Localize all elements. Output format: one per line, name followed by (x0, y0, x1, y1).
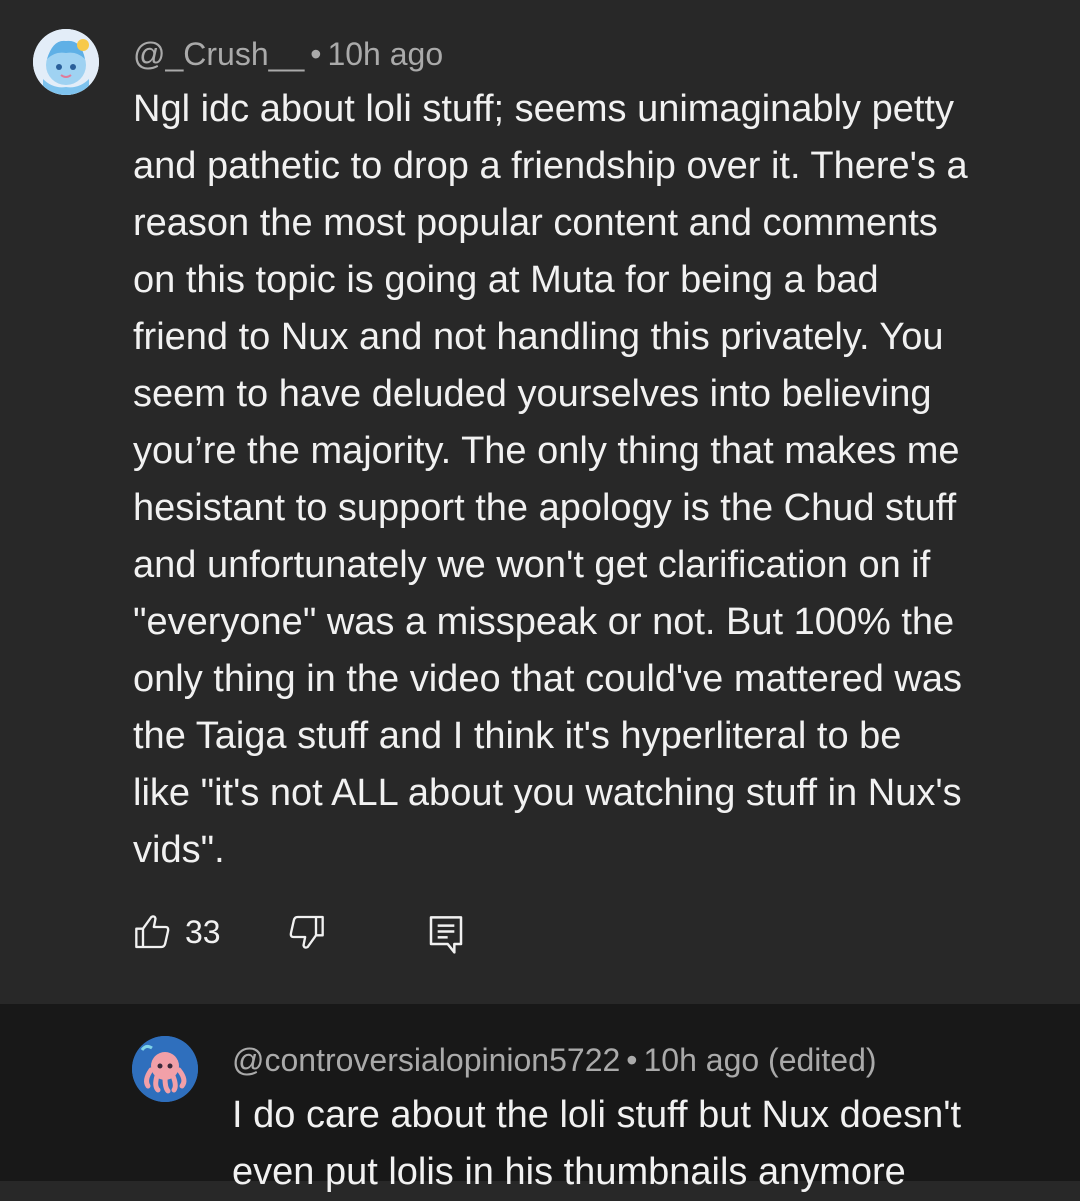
author-handle[interactable]: @_Crush__ (133, 36, 304, 72)
comment-line: and pathetic to drop a friendship over i… (133, 145, 968, 187)
reply-author-handle[interactable]: @controversialopinion5722 (232, 1042, 620, 1078)
thumbs-down-icon (289, 915, 324, 949)
comment-line: hesistant to support the apology is the … (133, 487, 957, 529)
reply-author-avatar[interactable] (132, 1036, 198, 1102)
reply-button[interactable] (426, 912, 466, 956)
comment-line: reason the most popular content and comm… (133, 202, 938, 244)
comment-actions: 33 (133, 912, 533, 966)
reply-meta: @controversialopinion5722 • 10h ago (edite… (232, 1042, 877, 1079)
comment-line: you’re the majority. The only thing that… (133, 430, 960, 472)
anime-avatar-icon (33, 29, 99, 95)
comment-line: "everyone" was a misspeak or not. But 10… (133, 601, 955, 643)
reply-body: I do care about the loli stuff but Nux d… (232, 1087, 1052, 1201)
meta-separator: • (626, 1042, 638, 1078)
comment-line: friend to Nux and not handling this priv… (133, 316, 944, 358)
octopus-avatar-icon (132, 1036, 198, 1102)
comment-line: only thing in the video that could've ma… (133, 658, 962, 700)
comment-timestamp[interactable]: 10h ago (327, 36, 443, 72)
comment-line: seem to have deluded yourselves into bel… (133, 373, 932, 415)
comment-thread-item: @_Crush__ • 10h ago Ngl idc about loli stu… (0, 0, 1080, 1004)
comment-line: and unfortunately we won't get clarifica… (133, 544, 931, 586)
reply-comment-icon (429, 916, 463, 954)
comment-line: vids". (133, 829, 225, 871)
comment-body: Ngl idc about loli stuff; seems unimagin… (133, 81, 1013, 879)
like-count: 33 (185, 913, 221, 950)
like-button[interactable]: 33 (133, 912, 221, 952)
author-avatar[interactable] (33, 29, 99, 95)
comment-line: on this topic is going at Muta for being… (133, 259, 879, 301)
comment-line: Ngl idc about loli stuff; seems unimagin… (133, 88, 954, 130)
reply-line: I do care about the loli stuff but Nux d… (232, 1094, 962, 1136)
meta-separator: • (310, 36, 322, 72)
reply-line: even put lolis in his thumbnails anymore (232, 1151, 906, 1193)
comment-line: like "it's not ALL about you watching st… (133, 772, 962, 814)
comment-line: the Taiga stuff and I think it's hyperli… (133, 715, 902, 757)
dislike-button[interactable] (286, 912, 326, 952)
thumbs-up-icon (135, 915, 170, 949)
reply-timestamp[interactable]: 10h ago (edited) (643, 1042, 876, 1078)
comment-meta: @_Crush__ • 10h ago (133, 36, 443, 73)
